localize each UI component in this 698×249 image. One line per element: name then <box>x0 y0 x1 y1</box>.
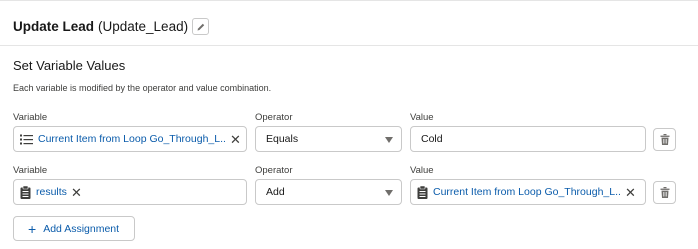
list-icon <box>20 134 33 144</box>
operator-selected: Add <box>266 186 285 198</box>
add-assignment-label: Add Assignment <box>43 222 120 235</box>
element-label: Update Lead <box>13 19 95 34</box>
operator-select[interactable]: Add <box>255 179 402 205</box>
operator-selected: Equals <box>266 133 299 145</box>
delete-assignment-button[interactable] <box>653 181 676 204</box>
element-api-name: (Update_Lead) <box>98 19 189 34</box>
remove-variable-icon[interactable]: ✕ <box>71 186 82 199</box>
variable-pill-label: results <box>36 186 67 198</box>
section-help-text: Each variable is modified by the operato… <box>13 83 272 93</box>
variable-label: Variable <box>13 112 48 123</box>
value-text: Cold <box>421 133 443 145</box>
operator-label: Operator <box>255 112 293 123</box>
trash-icon <box>660 187 669 198</box>
chevron-down-icon <box>385 137 393 143</box>
add-assignment-button[interactable]: + Add Assignment <box>13 216 135 241</box>
value-input[interactable]: Cold <box>410 126 646 152</box>
pencil-icon <box>197 23 204 30</box>
value-field[interactable]: Current Item from Loop Go_Through_L... ✕ <box>410 179 646 205</box>
delete-assignment-button[interactable] <box>653 128 676 151</box>
value-label: Value <box>410 165 434 176</box>
value-pill-label: Current Item from Loop Go_Through_L... <box>433 186 621 198</box>
header-divider <box>0 45 698 46</box>
variable-label: Variable <box>13 165 48 176</box>
plus-icon: + <box>28 220 37 237</box>
operator-label: Operator <box>255 165 293 176</box>
variable-field[interactable]: results ✕ <box>13 179 247 205</box>
operator-select[interactable]: Equals <box>255 126 402 152</box>
variable-pill-label: Current Item from Loop Go_Through_L... <box>38 133 226 145</box>
remove-variable-icon[interactable]: ✕ <box>230 133 241 146</box>
clipboard-icon <box>20 185 31 199</box>
element-title: Update Lead (Update_Lead) <box>13 18 210 35</box>
variable-field[interactable]: Current Item from Loop Go_Through_L... ✕ <box>13 126 247 152</box>
chevron-down-icon <box>385 190 393 196</box>
value-label: Value <box>410 112 434 123</box>
section-title: Set Variable Values <box>13 58 126 73</box>
clipboard-icon <box>417 185 428 199</box>
edit-button[interactable] <box>192 18 210 35</box>
trash-icon <box>660 134 669 145</box>
remove-value-icon[interactable]: ✕ <box>625 186 636 199</box>
